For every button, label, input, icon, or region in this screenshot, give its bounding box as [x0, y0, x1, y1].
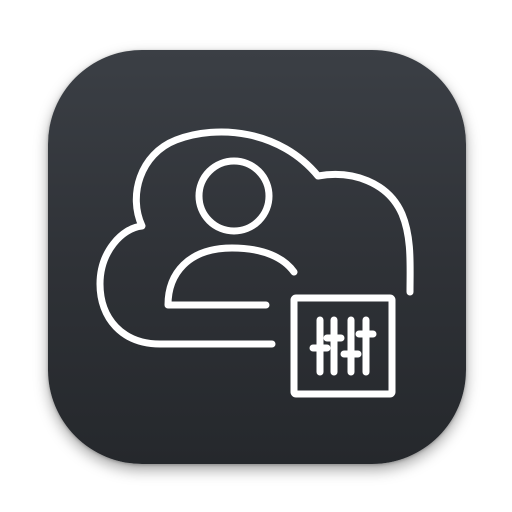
- app-icon-canvas: [0, 0, 512, 512]
- glyph-strokes: [96, 128, 414, 398]
- user-body-icon: [164, 244, 298, 309]
- sliders-frame-icon: [290, 294, 396, 398]
- app-icon-glyph: [96, 128, 414, 398]
- user-head-icon: [195, 157, 273, 235]
